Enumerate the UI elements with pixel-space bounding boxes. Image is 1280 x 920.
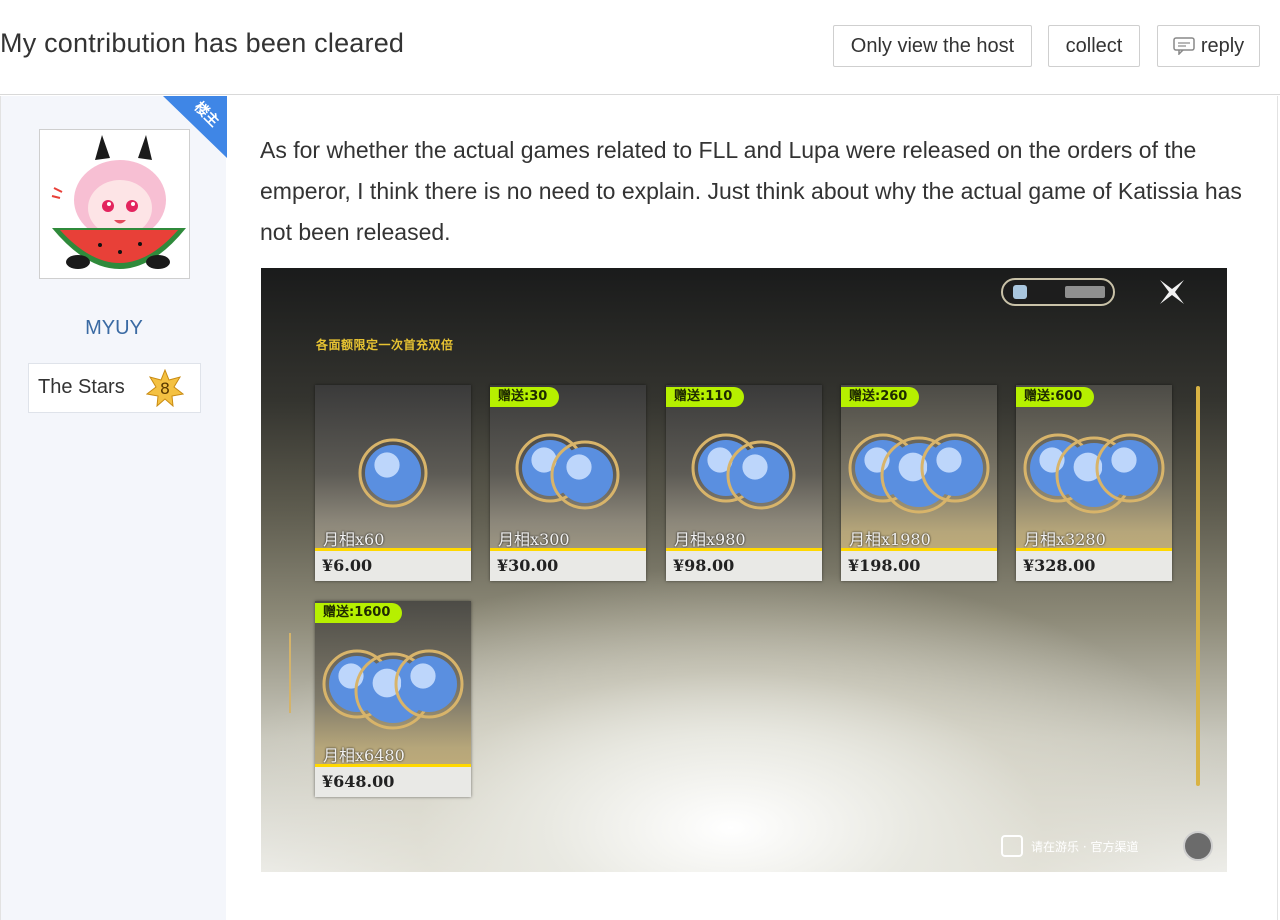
host-corner-badge: 楼主 [163,96,227,158]
product-price: ¥30.00 [490,551,646,581]
product-card[interactable]: 赠送:600 月相x3280 ¥328.00 [1016,385,1172,581]
product-card[interactable]: 赠送:110 月相x980 ¥98.00 [666,385,822,581]
moon-orb-icon [515,433,620,510]
author-level: The Stars 8 [28,363,201,413]
product-price: ¥648.00 [315,767,471,797]
product-card[interactable]: 赠送:260 月相x1980 ¥198.00 [841,385,997,581]
product-price: ¥6.00 [315,551,471,581]
only-view-host-button[interactable]: Only view the host [833,25,1032,67]
thread-title: My contribution has been cleared [0,28,405,58]
product-price: ¥328.00 [1016,551,1172,581]
author-sidebar: 楼主 MYUY The Stars 8 [0,96,227,920]
product-name: 月相x980 [674,530,746,549]
gift-tag: 赠送:110 [666,387,745,407]
product-price: ¥198.00 [841,551,997,581]
post-image[interactable]: 各面额限定一次首充双倍 月相x60 ¥6.00 赠送:30 月相x300 ¥30.00 赠… [261,268,1227,872]
moon-orb-icon [848,433,990,514]
image-currency-bar [1001,278,1115,306]
product-card[interactable]: 赠送:30 月相x300 ¥30.00 [490,385,646,581]
author-username[interactable]: MYUY [1,317,227,340]
image-banner-text: 各面额限定一次首充双倍 [316,338,454,352]
moon-orb-icon [691,433,796,510]
gift-tag: 赠送:260 [841,387,920,407]
product-card[interactable]: 月相x60 ¥6.00 [315,385,471,581]
gift-tag: 赠送:1600 [315,603,403,623]
product-name: 月相x6480 [323,746,405,765]
product-name: 月相x1980 [849,530,931,549]
content-border [1277,96,1278,920]
moon-orb-icon [322,649,464,730]
gift-tag: 赠送:30 [490,387,560,407]
gift-tag: 赠送:600 [1016,387,1095,407]
product-name: 月相x300 [498,530,570,549]
comment-icon [1173,37,1195,55]
product-name: 月相x3280 [1024,530,1106,549]
image-footer: 请在游乐 · 官方渠道 [1001,833,1138,859]
reply-label: reply [1200,34,1245,57]
thread-header: My contribution has been cleared Only vi… [0,0,1280,95]
reply-button[interactable]: reply [1157,25,1260,67]
moon-orb-icon [358,438,428,508]
image-scrollbar [1196,386,1200,786]
product-card[interactable]: 赠送:1600 月相x6480 ¥648.00 [315,601,471,797]
product-price: ¥98.00 [666,551,822,581]
collect-button[interactable]: collect [1048,25,1140,67]
moon-orb-icon [1023,433,1165,514]
close-icon [1160,280,1184,304]
image-decoration-line [289,633,291,713]
image-footer-icon [1183,831,1213,861]
level-title: The Stars [38,376,125,398]
image-footer-text: 请在游乐 · 官方渠道 [1031,839,1139,854]
level-number: 8 [159,378,171,398]
post-body: As for whether the actual games related … [260,137,1242,245]
product-name: 月相x60 [323,530,385,549]
